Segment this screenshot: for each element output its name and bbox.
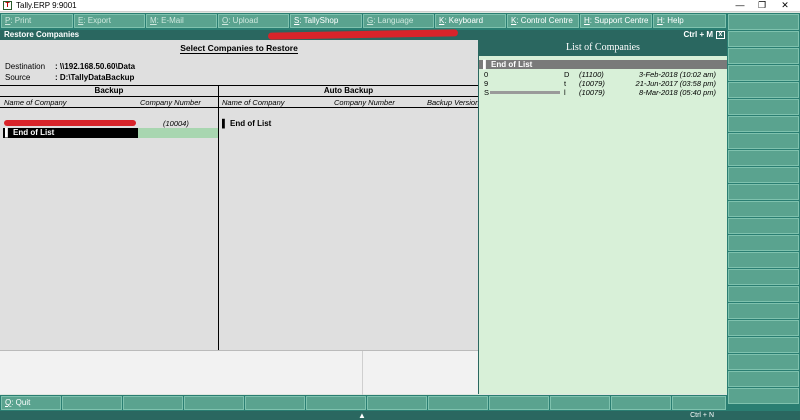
column-header-divider (0, 107, 478, 108)
side-button[interactable] (728, 184, 799, 200)
side-button[interactable] (728, 82, 799, 98)
print-button[interactable]: P: Print (1, 14, 73, 28)
destination-row: Destination : \\192.168.50.60\Data (5, 62, 135, 71)
auto-col-company-name: Name of Company (222, 98, 285, 107)
redacted-backup-company-name[interactable] (4, 120, 136, 126)
bottom-button-bar: Q: Quit (0, 395, 727, 411)
bottom-button[interactable] (428, 396, 488, 410)
list-item[interactable]: 0 D (11100) 3-Feb-2018 (10:02 am) (484, 70, 724, 79)
screen-header: Restore Companies Ctrl + M x (0, 29, 727, 40)
auto-backup-end-of-list[interactable]: ▌ End of List (222, 119, 271, 128)
header-shortcut: Ctrl + M (683, 30, 713, 39)
language-button[interactable]: G: Language (363, 14, 434, 28)
side-button[interactable] (728, 65, 799, 81)
side-button[interactable] (728, 388, 799, 404)
auto-col-backup-version: Backup Version (427, 98, 478, 107)
destination-value[interactable]: : \\192.168.50.60\Data (55, 62, 135, 71)
right-button-panel (727, 13, 800, 411)
bottom-button[interactable] (245, 396, 305, 410)
tally-app-icon: T (3, 1, 12, 10)
source-row: Source : D:\TallyDataBackup (5, 73, 134, 82)
redacted-company-name (490, 91, 560, 94)
side-button[interactable] (728, 116, 799, 132)
section-divider-mid (0, 96, 478, 97)
screen-title: Restore Companies (4, 30, 80, 39)
close-screen-icon[interactable]: x (716, 31, 725, 39)
list-item[interactable]: 9 t (10079) 21-Jun-2017 (03:58 pm) (484, 79, 724, 88)
auto-backup-section-title: Auto Backup (323, 86, 374, 95)
close-window-button[interactable]: ✕ (774, 0, 796, 12)
restore-main-panel: Select Companies to Restore Destination:… (0, 40, 478, 394)
side-button[interactable] (728, 99, 799, 115)
bottom-button[interactable] (306, 396, 366, 410)
bottom-button[interactable] (123, 396, 183, 410)
column-vertical-divider (218, 86, 219, 350)
list-end-of-list[interactable]: ▌ End of List (479, 60, 727, 69)
side-button[interactable] (728, 252, 799, 268)
bottom-button[interactable] (184, 396, 244, 410)
bottom-button[interactable] (62, 396, 122, 410)
help-button[interactable]: H: Help (653, 14, 726, 28)
status-bar: ▲ Ctrl + N (0, 411, 800, 420)
side-button[interactable] (728, 303, 799, 319)
window-title: Tally.ERP 9:9001 (16, 1, 77, 10)
side-button[interactable] (728, 371, 799, 387)
chevron-up-icon[interactable]: ▲ (358, 411, 366, 420)
list-of-companies-panel: List of Companies ▌ End of List 0 D (1110… (478, 40, 727, 394)
side-button[interactable] (728, 150, 799, 166)
support-centre-button[interactable]: H: Support Centre (580, 14, 652, 28)
side-button[interactable] (728, 337, 799, 353)
auto-col-company-number: Company Number (334, 98, 395, 107)
top-menu-bar: P: Print E: Export M: E-Mail O: Upload S… (0, 13, 727, 30)
keyboard-button[interactable]: K: Keyboard (435, 14, 506, 28)
backup-end-of-list-row[interactable]: ▌ End of List (3, 128, 218, 138)
side-button[interactable] (728, 320, 799, 336)
bottom-button[interactable] (550, 396, 610, 410)
destination-label: Destination (5, 62, 46, 71)
side-button[interactable] (728, 269, 799, 285)
minimize-button[interactable]: — (729, 0, 751, 12)
side-button[interactable] (728, 31, 799, 47)
side-button[interactable] (728, 235, 799, 251)
export-button[interactable]: E: Export (74, 14, 145, 28)
window-titlebar: T Tally.ERP 9:9001 — ❐ ✕ (0, 0, 800, 12)
quit-button[interactable]: Q: Quit (1, 396, 61, 410)
source-label: Source (5, 73, 31, 82)
bottom-button[interactable] (367, 396, 427, 410)
redacted-company-name (267, 29, 459, 40)
bottom-button[interactable] (611, 396, 671, 410)
status-shortcut: Ctrl + N (690, 412, 714, 419)
panel-caption: Select Companies to Restore (180, 43, 298, 54)
side-button[interactable] (728, 218, 799, 234)
side-button[interactable] (728, 48, 799, 64)
email-button[interactable]: M: E-Mail (146, 14, 217, 28)
backup-end-of-list[interactable]: ▌ End of List (3, 128, 138, 138)
backup-selection-highlight (138, 128, 218, 138)
backup-col-company-number: Company Number (140, 98, 201, 107)
info-panel-divider (362, 351, 363, 395)
side-button[interactable] (728, 14, 799, 30)
list-of-companies-title: List of Companies (479, 40, 727, 56)
source-value[interactable]: : D:\TallyDataBackup (55, 73, 134, 82)
side-button[interactable] (728, 133, 799, 149)
info-panel (0, 350, 478, 395)
side-button[interactable] (728, 167, 799, 183)
restore-button[interactable]: ❐ (751, 0, 773, 12)
bottom-button[interactable] (672, 396, 726, 410)
side-button[interactable] (728, 201, 799, 217)
control-centre-button[interactable]: K: Control Centre (507, 14, 579, 28)
side-button[interactable] (728, 354, 799, 370)
backup-company-number[interactable]: (10004) (163, 119, 189, 128)
backup-col-company-name: Name of Company (4, 98, 67, 107)
list-item[interactable]: S l (10079) 8-Mar-2018 (05:40 pm) (484, 88, 724, 97)
bottom-button[interactable] (489, 396, 549, 410)
tallyshop-button[interactable]: S: TallyShop (290, 14, 362, 28)
upload-button[interactable]: O: Upload (218, 14, 289, 28)
backup-section-title: Backup (94, 86, 124, 95)
side-button[interactable] (728, 286, 799, 302)
